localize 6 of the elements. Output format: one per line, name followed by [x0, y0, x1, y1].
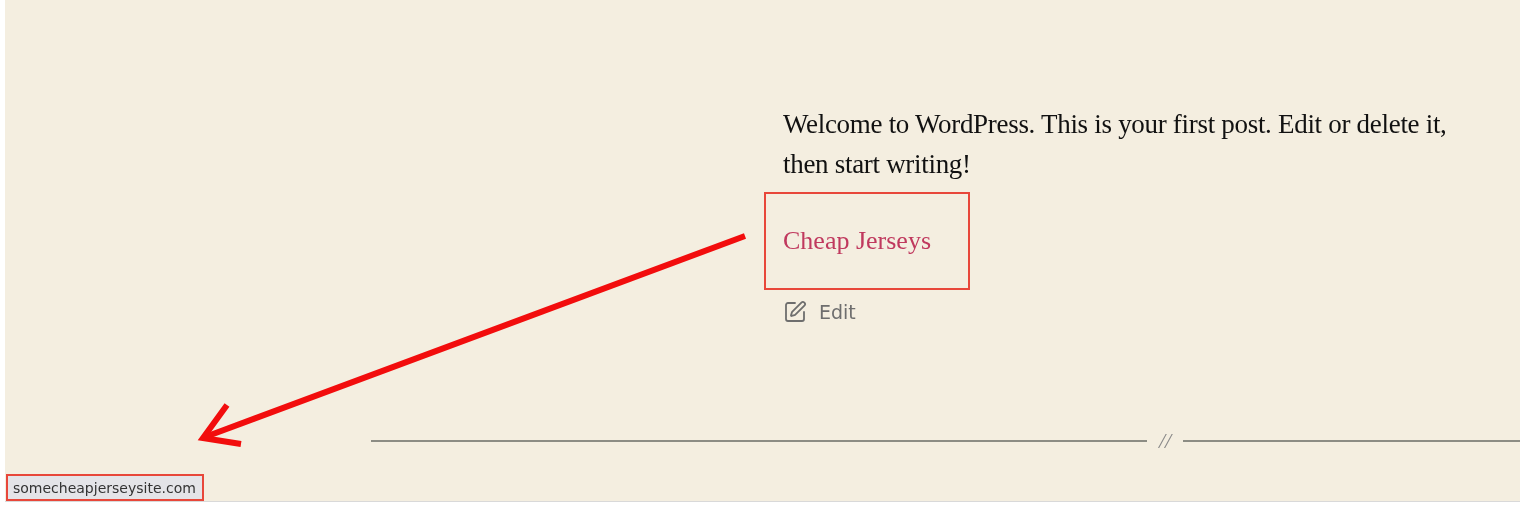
- separator-mark: //: [1159, 428, 1172, 454]
- status-url: somecheapjerseysite.com: [8, 476, 202, 499]
- edit-icon[interactable]: [783, 300, 807, 324]
- edit-link[interactable]: Edit: [819, 301, 856, 323]
- post-paragraph: Welcome to WordPress. This is your first post. Edit or delete it, then start writing!: [783, 108, 1448, 181]
- jerseys-link[interactable]: Cheap Jerseys: [783, 226, 931, 256]
